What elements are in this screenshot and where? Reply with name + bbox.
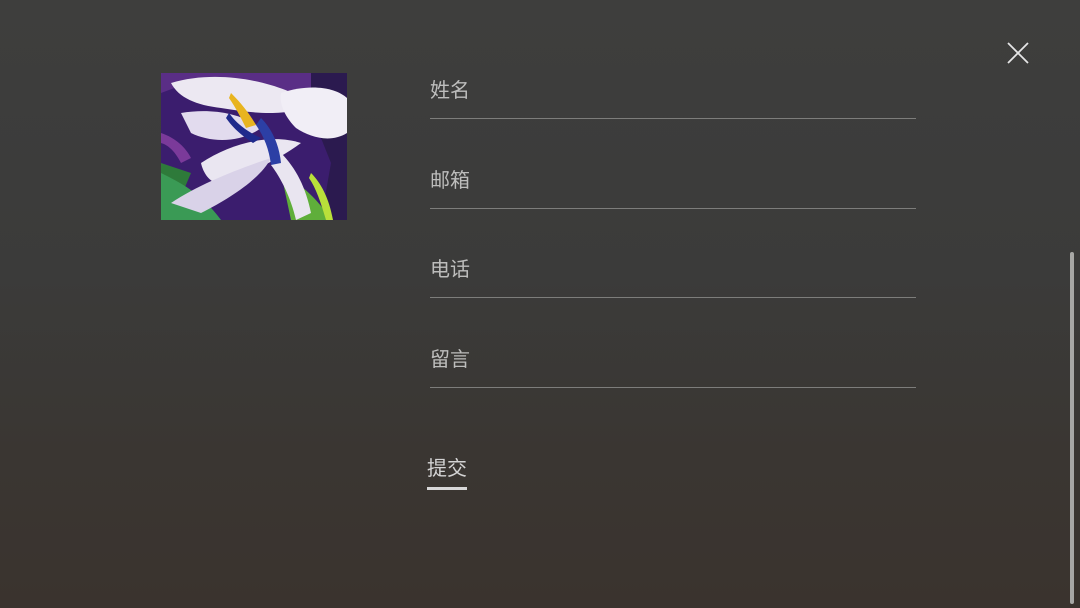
vertical-scrollbar[interactable] xyxy=(1070,252,1074,604)
phone-input[interactable] xyxy=(430,257,916,281)
email-input[interactable] xyxy=(430,168,916,192)
close-button[interactable] xyxy=(1002,37,1034,69)
message-input[interactable] xyxy=(430,347,916,371)
name-input[interactable] xyxy=(430,78,916,102)
artwork-image xyxy=(161,73,347,220)
name-field-container xyxy=(430,68,916,119)
message-field-container xyxy=(430,337,916,388)
phone-field-container xyxy=(430,247,916,298)
submit-button[interactable]: 提交 xyxy=(427,452,467,490)
close-icon xyxy=(1007,42,1029,64)
email-field-container xyxy=(430,158,916,209)
